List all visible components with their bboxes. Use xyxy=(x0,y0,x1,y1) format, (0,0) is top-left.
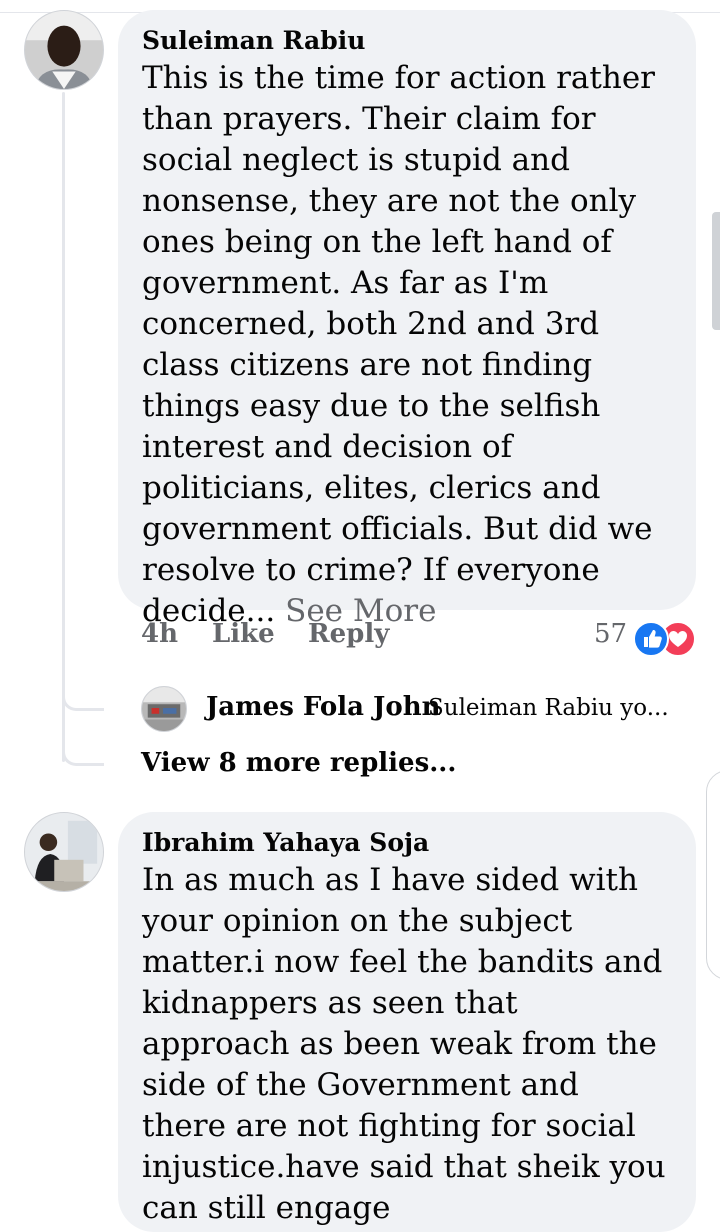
reply-button[interactable]: Reply xyxy=(308,619,389,649)
edge-panel xyxy=(706,770,720,980)
comment-text: In as much as I have sided with your opi… xyxy=(142,862,666,1226)
comment-author[interactable]: Ibrahim Yahaya Soja xyxy=(142,826,672,860)
reply-snippet: Suleiman Rabiu yo... xyxy=(428,695,669,721)
thread-branch-view-more xyxy=(62,750,104,766)
comment-bubble: Suleiman Rabiu This is the time for acti… xyxy=(118,10,696,629)
like-icon xyxy=(633,621,669,657)
comment-bubble: Ibrahim Yahaya Soja In as much as I have… xyxy=(118,812,696,1232)
reaction-count: 57 xyxy=(594,619,628,649)
comment-timestamp[interactable]: 4h xyxy=(141,619,178,649)
comment-author[interactable]: Suleiman Rabiu xyxy=(142,24,672,58)
avatar[interactable] xyxy=(24,10,104,90)
reply-avatar-photo xyxy=(142,687,186,731)
reply-avatar[interactable] xyxy=(141,686,187,732)
scrollbar-thumb[interactable] xyxy=(712,212,720,330)
like-button[interactable]: Like xyxy=(212,619,275,649)
reply-author[interactable]: James Fola John xyxy=(206,692,441,722)
avatar-photo xyxy=(25,11,103,89)
avatar[interactable] xyxy=(24,812,104,892)
comment-text-body: This is the time for action rather than … xyxy=(142,60,655,629)
thread-line xyxy=(62,92,65,762)
avatar-photo xyxy=(25,813,103,891)
view-more-replies-link[interactable]: View 8 more replies... xyxy=(141,748,456,778)
thread-branch-reply xyxy=(62,695,104,711)
comment-text: This is the time for action rather than … xyxy=(142,58,672,632)
